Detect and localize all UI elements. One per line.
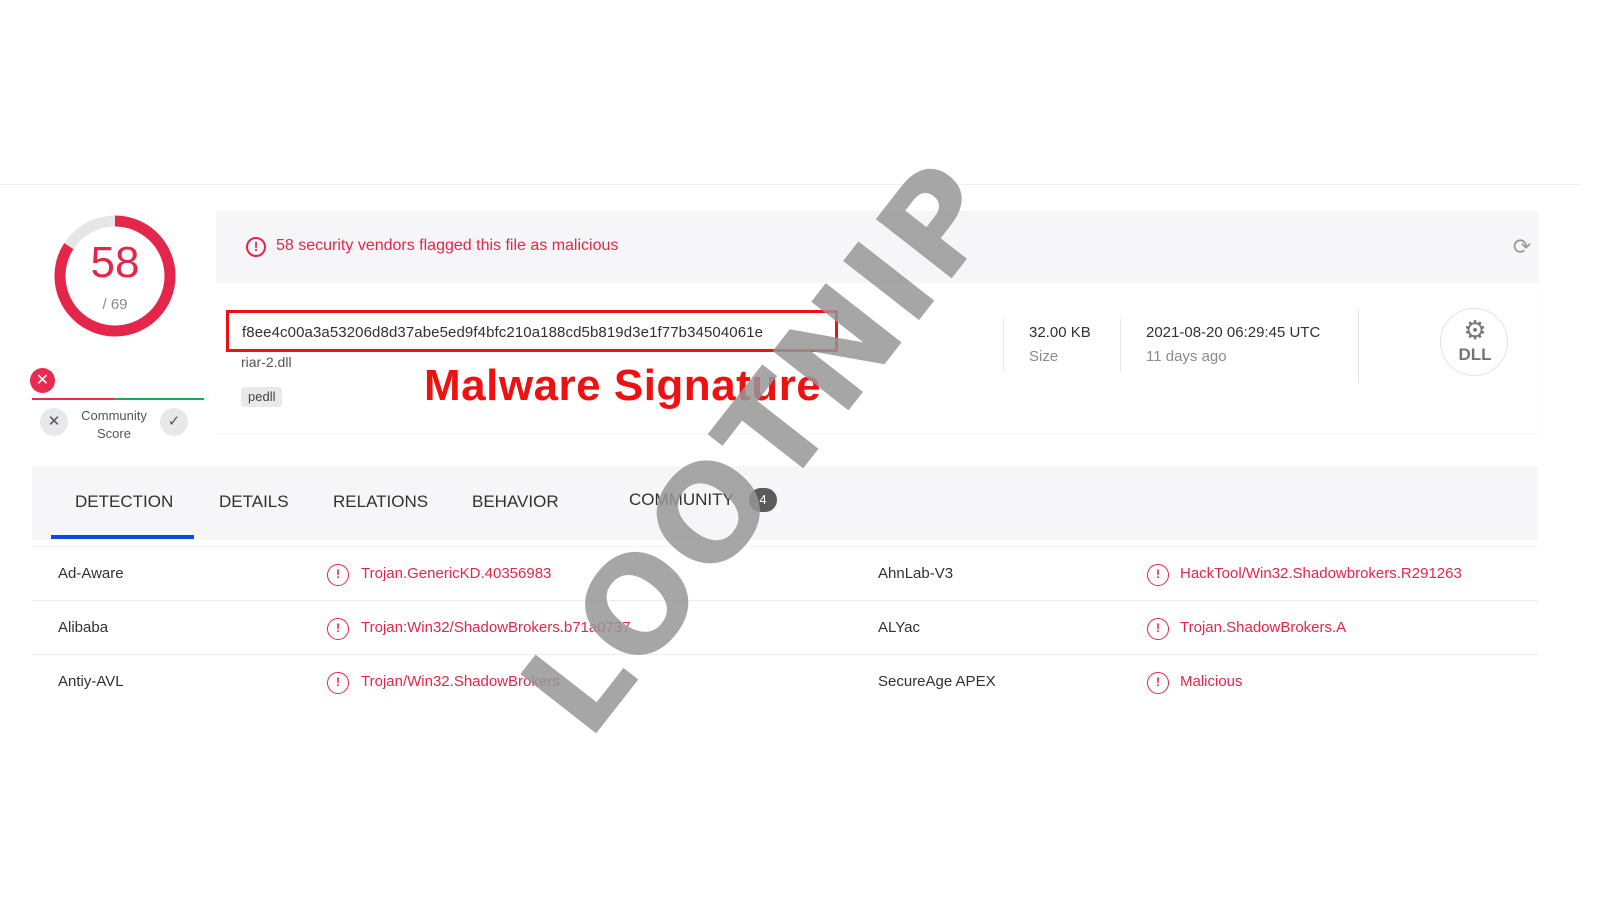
tab-detection[interactable]: DETECTION [75, 492, 173, 512]
score-total: / 69 [102, 296, 128, 313]
file-tag[interactable]: pedll [241, 387, 283, 407]
file-name: riar-2.dll [241, 354, 292, 370]
vendor-name: Alibaba [58, 619, 109, 636]
divider [1120, 319, 1121, 371]
file-size-value: 32.00 KB [1029, 324, 1091, 341]
vendor-name: ALYac [878, 619, 920, 636]
exclamation-circle-icon: ! [327, 564, 349, 586]
detection-verdict: Trojan.ShadowBrokers.A [1180, 619, 1347, 636]
detection-table: Ad-Aware ! Trojan.GenericKD.40356983 Ahn… [32, 546, 1538, 708]
detection-verdict: Trojan.GenericKD.40356983 [361, 565, 552, 582]
divider [1358, 309, 1359, 383]
analysis-date: 2021-08-20 06:29:45 UTC [1146, 324, 1321, 341]
exclamation-circle-icon: ! [1147, 618, 1169, 640]
x-icon: ✕ [47, 413, 61, 430]
tab-relations[interactable]: RELATIONS [333, 492, 428, 512]
file-size-label: Size [1029, 348, 1059, 365]
divider [1003, 319, 1004, 371]
alert-bar: ! 58 security vendors flagged this file … [216, 211, 1538, 283]
table-row: Alibaba ! Trojan:Win32/ShadowBrokers.b71… [32, 600, 1538, 654]
vendor-name: Antiy-AVL [58, 673, 124, 690]
vote-harmful-button[interactable]: ✕ [40, 408, 68, 436]
refresh-icon[interactable]: ⟳ [1510, 235, 1534, 259]
exclamation-circle-icon: ! [327, 618, 349, 640]
alert-text: 58 security vendors flagged this file as… [276, 237, 619, 254]
check-icon: ✓ [167, 413, 181, 430]
table-row: Antiy-AVL ! Trojan/Win32.ShadowBrokers S… [32, 654, 1538, 708]
annotation-label: Malware Signature [424, 361, 822, 410]
tab-behavior[interactable]: BEHAVIOR [472, 492, 559, 512]
vote-harmless-button[interactable]: ✓ [160, 408, 188, 436]
exclamation-circle-icon: ! [246, 237, 266, 257]
community-score: ✕ ✕ Community Score ✓ [30, 368, 206, 448]
file-summary-panel: ! 58 security vendors flagged this file … [216, 211, 1538, 433]
exclamation-circle-icon: ! [1147, 672, 1169, 694]
file-type-label: DLL [1458, 345, 1492, 364]
gear-icon: ⚙ [1463, 315, 1487, 345]
malicious-badge-icon: ✕ [30, 368, 55, 393]
vendor-name: Ad-Aware [58, 565, 124, 582]
table-row: Ad-Aware ! Trojan.GenericKD.40356983 Ahn… [32, 546, 1538, 600]
file-hash[interactable]: f8ee4c00a3a53206d8d37abe5ed9f4bfc210a188… [242, 324, 763, 341]
report-tabs: DETECTION DETAILS RELATIONS BEHAVIOR COM… [32, 466, 1538, 540]
detection-verdict: HackTool/Win32.Shadowbrokers.R291263 [1180, 565, 1462, 582]
header-divider [0, 184, 1580, 185]
exclamation-circle-icon: ! [1147, 564, 1169, 586]
detection-score-donut: 58 / 69 [49, 210, 181, 342]
vendor-name: AhnLab-V3 [878, 565, 954, 582]
score-detected: 58 [90, 238, 140, 287]
analysis-relative-date: 11 days ago [1146, 348, 1227, 365]
detection-verdict: Malicious [1180, 673, 1243, 690]
community-score-label: Community Score [81, 408, 147, 441]
detection-verdict: Trojan/Win32.ShadowBrokers [361, 673, 560, 690]
community-count-badge: 4 [749, 488, 777, 512]
community-score-bar [32, 398, 204, 400]
active-tab-indicator [51, 535, 194, 539]
tab-community[interactable]: COMMUNITY [629, 490, 734, 510]
vendor-name: SecureAge APEX [878, 673, 996, 690]
detection-verdict: Trojan:Win32/ShadowBrokers.b71a0737 [361, 619, 631, 636]
file-type-icon: ⚙ DLL [1440, 308, 1508, 376]
tab-details[interactable]: DETAILS [219, 492, 289, 512]
exclamation-circle-icon: ! [327, 672, 349, 694]
